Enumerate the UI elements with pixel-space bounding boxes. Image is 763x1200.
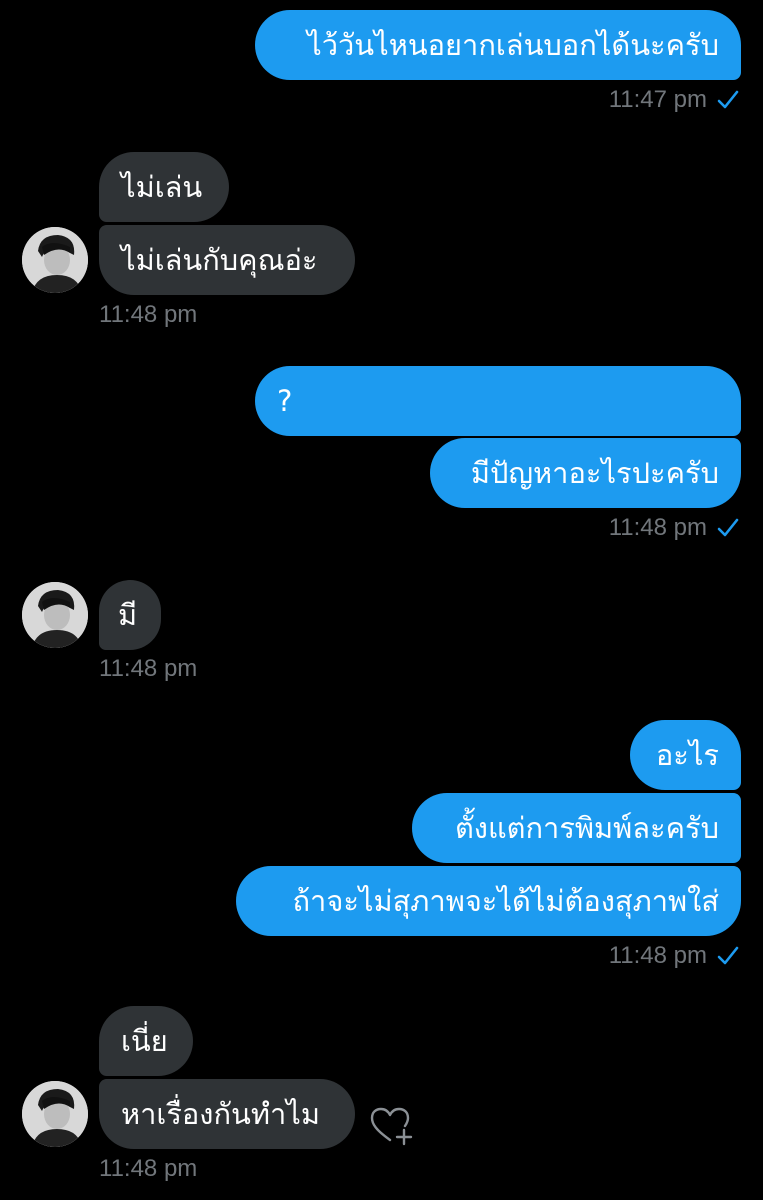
avatar-photo bbox=[22, 227, 88, 293]
message-text: ตั้งแต่การพิมพ์ละครับ bbox=[454, 811, 719, 845]
received-message-bubble[interactable]: ไม่เล่นกับคุณอ่ะ bbox=[99, 225, 355, 295]
received-message-bubble[interactable]: เนี่ย bbox=[99, 1006, 193, 1076]
message-timestamp: 11:48 pm bbox=[99, 655, 197, 683]
sent-message-bubble[interactable]: อะไร bbox=[630, 720, 741, 790]
checkmark-icon bbox=[717, 518, 739, 537]
message-text: ไว้วันไหนอยากเล่นบอกได้นะครับ bbox=[307, 28, 719, 62]
message-text: ไม่เล่น bbox=[121, 170, 203, 204]
heart-plus-icon[interactable] bbox=[370, 1106, 414, 1146]
message-text: ? bbox=[277, 384, 293, 418]
message-timestamp: 11:48 pm bbox=[99, 1155, 197, 1183]
message-text: มีปัญหาอะไรปะครับ bbox=[470, 456, 719, 490]
message-text: อะไร bbox=[655, 738, 719, 772]
message-timestamp: 11:48 pm bbox=[99, 301, 197, 329]
message-text: ไม่เล่นกับคุณอ่ะ bbox=[121, 243, 318, 277]
timestamp-text: 11:48 pm bbox=[608, 514, 707, 541]
message-text: หาเรื่องกันทำไม bbox=[121, 1097, 320, 1131]
sent-message-bubble[interactable]: ตั้งแต่การพิมพ์ละครับ bbox=[412, 793, 741, 863]
message-text: เนี่ย bbox=[121, 1024, 168, 1058]
message-timestamp: 11:48 pm bbox=[609, 942, 739, 970]
received-message-bubble[interactable]: ไม่เล่น bbox=[99, 152, 229, 222]
timestamp-text: 11:47 pm bbox=[608, 86, 707, 113]
sent-message-bubble[interactable]: ถ้าจะไม่สุภาพจะได้ไม่ต้องสุภาพใส่ bbox=[236, 866, 741, 936]
user-avatar[interactable] bbox=[22, 582, 88, 648]
sent-message-bubble[interactable]: ไว้วันไหนอยากเล่นบอกได้นะครับ bbox=[255, 10, 741, 80]
sent-message-bubble[interactable]: ? bbox=[255, 366, 741, 436]
avatar-photo bbox=[22, 582, 88, 648]
timestamp-text: 11:48 pm bbox=[99, 1155, 198, 1182]
avatar-photo bbox=[22, 1081, 88, 1147]
message-timestamp: 11:47 pm bbox=[609, 86, 739, 114]
timestamp-text: 11:48 pm bbox=[608, 942, 707, 969]
received-message-bubble[interactable]: มี bbox=[99, 580, 161, 650]
sent-message-bubble[interactable]: มีปัญหาอะไรปะครับ bbox=[430, 438, 741, 508]
checkmark-icon bbox=[717, 946, 739, 965]
message-timestamp: 11:48 pm bbox=[609, 514, 739, 542]
user-avatar[interactable] bbox=[22, 227, 88, 293]
checkmark-icon bbox=[717, 90, 739, 109]
message-text: ถ้าจะไม่สุภาพจะได้ไม่ต้องสุภาพใส่ bbox=[292, 884, 719, 918]
timestamp-text: 11:48 pm bbox=[99, 301, 198, 328]
timestamp-text: 11:48 pm bbox=[99, 655, 198, 682]
user-avatar[interactable] bbox=[22, 1081, 88, 1147]
message-text: มี bbox=[118, 598, 138, 632]
received-message-bubble[interactable]: หาเรื่องกันทำไม bbox=[99, 1079, 355, 1149]
